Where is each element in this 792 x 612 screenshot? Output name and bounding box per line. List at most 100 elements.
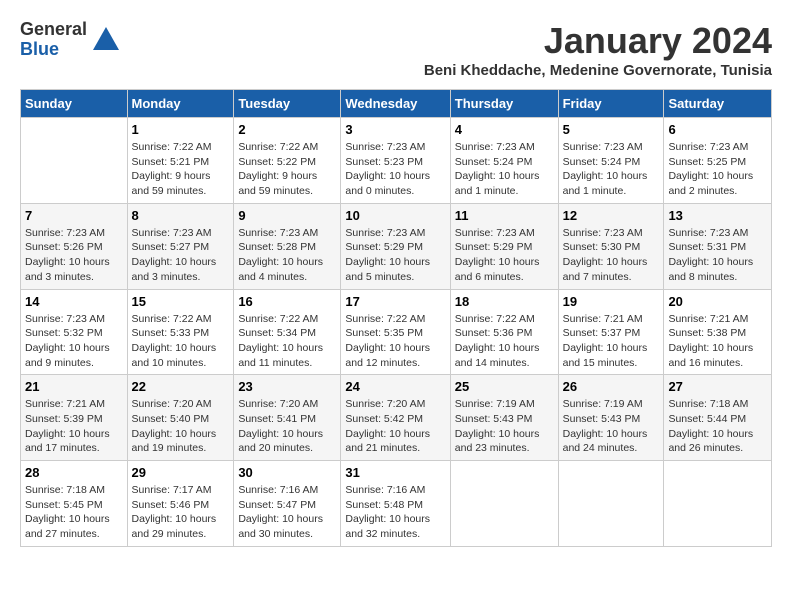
calendar-cell: 7 Sunrise: 7:23 AM Sunset: 5:26 PM Daylig… (21, 203, 128, 289)
calendar-cell (450, 461, 558, 547)
calendar-cell: 15Sunrise: 7:22 AM Sunset: 5:33 PM Dayli… (127, 289, 234, 375)
day-content: Sunrise: 7:23 AM Sunset: 5:31 PM Dayligh… (668, 226, 767, 285)
calendar-cell: 2 Sunrise: 7:22 AM Sunset: 5:22 PM Daylig… (234, 118, 341, 204)
title-section: January 2024 Beni Kheddache, Medenine Go… (424, 20, 772, 79)
day-number: 10 (345, 208, 445, 223)
day-content: Sunrise: 7:16 AM Sunset: 5:47 PM Dayligh… (238, 483, 336, 542)
day-number: 11 (455, 208, 554, 223)
week-row-3: 14 Sunrise: 7:23 AM Sunset: 5:32 PM Dayli… (21, 289, 772, 375)
day-content: Sunrise: 7:23 AM Sunset: 5:23 PM Dayligh… (345, 140, 445, 199)
day-content: Sunrise: 7:23 AM Sunset: 5:29 PM Dayligh… (455, 226, 554, 285)
calendar-table: SundayMondayTuesdayWednesdayThursdayFrid… (20, 89, 772, 547)
day-number: 30 (238, 465, 336, 480)
day-number: 1 (132, 122, 230, 137)
calendar-cell: 10 Sunrise: 7:23 AM Sunset: 5:29 PM Dayli… (341, 203, 450, 289)
day-content: Sunrise: 7:23 AM Sunset: 5:24 PM Dayligh… (455, 140, 554, 199)
location-title: Beni Kheddache, Medenine Governorate, Tu… (424, 62, 772, 79)
calendar-cell: 25 Sunrise: 7:19 AM Sunset: 5:43 PM Dayli… (450, 375, 558, 461)
day-number: 23 (238, 379, 336, 394)
day-number: 22 (132, 379, 230, 394)
calendar-cell: 22 Sunrise: 7:20 AM Sunset: 5:40 PM Dayli… (127, 375, 234, 461)
day-number: 20 (668, 294, 767, 309)
calendar-cell: 18Sunrise: 7:22 AM Sunset: 5:36 PM Dayli… (450, 289, 558, 375)
calendar-cell: 28 Sunrise: 7:18 AM Sunset: 5:45 PM Dayli… (21, 461, 128, 547)
day-number: 5 (563, 122, 660, 137)
calendar-cell: 27 Sunrise: 7:18 AM Sunset: 5:44 PM Dayli… (664, 375, 772, 461)
day-content: Sunrise: 7:22 AM Sunset: 5:35 PM Dayligh… (345, 312, 445, 371)
day-number: 18 (455, 294, 554, 309)
logo-icon (91, 25, 121, 55)
day-content: Sunrise: 7:18 AM Sunset: 5:45 PM Dayligh… (25, 483, 123, 542)
calendar-cell: 29 Sunrise: 7:17 AM Sunset: 5:46 PM Dayli… (127, 461, 234, 547)
day-content: Sunrise: 7:17 AM Sunset: 5:46 PM Dayligh… (132, 483, 230, 542)
day-number: 3 (345, 122, 445, 137)
header-day-thursday: Thursday (450, 90, 558, 118)
day-content: Sunrise: 7:20 AM Sunset: 5:40 PM Dayligh… (132, 397, 230, 456)
day-content: Sunrise: 7:22 AM Sunset: 5:34 PM Dayligh… (238, 312, 336, 371)
day-content: Sunrise: 7:16 AM Sunset: 5:48 PM Dayligh… (345, 483, 445, 542)
day-number: 19 (563, 294, 660, 309)
day-content: Sunrise: 7:19 AM Sunset: 5:43 PM Dayligh… (563, 397, 660, 456)
day-number: 14 (25, 294, 123, 309)
week-row-4: 21Sunrise: 7:21 AM Sunset: 5:39 PM Dayli… (21, 375, 772, 461)
day-number: 29 (132, 465, 230, 480)
day-content: Sunrise: 7:23 AM Sunset: 5:24 PM Dayligh… (563, 140, 660, 199)
calendar-cell: 11 Sunrise: 7:23 AM Sunset: 5:29 PM Dayli… (450, 203, 558, 289)
calendar-cell: 12 Sunrise: 7:23 AM Sunset: 5:30 PM Dayli… (558, 203, 664, 289)
day-content: Sunrise: 7:23 AM Sunset: 5:30 PM Dayligh… (563, 226, 660, 285)
day-number: 12 (563, 208, 660, 223)
day-content: Sunrise: 7:21 AM Sunset: 5:37 PM Dayligh… (563, 312, 660, 371)
week-row-1: 1 Sunrise: 7:22 AM Sunset: 5:21 PM Daylig… (21, 118, 772, 204)
header-day-sunday: Sunday (21, 90, 128, 118)
day-number: 9 (238, 208, 336, 223)
day-number: 2 (238, 122, 336, 137)
header-day-saturday: Saturday (664, 90, 772, 118)
day-content: Sunrise: 7:22 AM Sunset: 5:22 PM Dayligh… (238, 140, 336, 199)
day-content: Sunrise: 7:23 AM Sunset: 5:26 PM Dayligh… (25, 226, 123, 285)
calendar-cell (664, 461, 772, 547)
day-number: 17 (345, 294, 445, 309)
calendar-cell: 5 Sunrise: 7:23 AM Sunset: 5:24 PM Daylig… (558, 118, 664, 204)
day-number: 7 (25, 208, 123, 223)
day-number: 25 (455, 379, 554, 394)
day-number: 6 (668, 122, 767, 137)
day-content: Sunrise: 7:23 AM Sunset: 5:29 PM Dayligh… (345, 226, 445, 285)
header-day-monday: Monday (127, 90, 234, 118)
week-row-5: 28 Sunrise: 7:18 AM Sunset: 5:45 PM Dayli… (21, 461, 772, 547)
header-day-wednesday: Wednesday (341, 90, 450, 118)
header-day-friday: Friday (558, 90, 664, 118)
day-number: 26 (563, 379, 660, 394)
day-content: Sunrise: 7:20 AM Sunset: 5:41 PM Dayligh… (238, 397, 336, 456)
day-content: Sunrise: 7:19 AM Sunset: 5:43 PM Dayligh… (455, 397, 554, 456)
day-content: Sunrise: 7:21 AM Sunset: 5:38 PM Dayligh… (668, 312, 767, 371)
calendar-header: SundayMondayTuesdayWednesdayThursdayFrid… (21, 90, 772, 118)
day-number: 28 (25, 465, 123, 480)
calendar-cell: 1 Sunrise: 7:22 AM Sunset: 5:21 PM Daylig… (127, 118, 234, 204)
calendar-cell (558, 461, 664, 547)
calendar-cell: 6Sunrise: 7:23 AM Sunset: 5:25 PM Daylig… (664, 118, 772, 204)
day-number: 27 (668, 379, 767, 394)
day-number: 16 (238, 294, 336, 309)
day-content: Sunrise: 7:21 AM Sunset: 5:39 PM Dayligh… (25, 397, 123, 456)
calendar-cell: 26 Sunrise: 7:19 AM Sunset: 5:43 PM Dayli… (558, 375, 664, 461)
calendar-cell: 19 Sunrise: 7:21 AM Sunset: 5:37 PM Dayli… (558, 289, 664, 375)
calendar-cell (21, 118, 128, 204)
day-content: Sunrise: 7:23 AM Sunset: 5:32 PM Dayligh… (25, 312, 123, 371)
day-content: Sunrise: 7:18 AM Sunset: 5:44 PM Dayligh… (668, 397, 767, 456)
day-number: 8 (132, 208, 230, 223)
logo-general-text: General (20, 20, 87, 40)
header-day-tuesday: Tuesday (234, 90, 341, 118)
day-content: Sunrise: 7:22 AM Sunset: 5:33 PM Dayligh… (132, 312, 230, 371)
day-content: Sunrise: 7:22 AM Sunset: 5:21 PM Dayligh… (132, 140, 230, 199)
calendar-cell: 20 Sunrise: 7:21 AM Sunset: 5:38 PM Dayli… (664, 289, 772, 375)
calendar-cell: 30 Sunrise: 7:16 AM Sunset: 5:47 PM Dayli… (234, 461, 341, 547)
logo-blue-text: Blue (20, 40, 87, 60)
day-content: Sunrise: 7:23 AM Sunset: 5:27 PM Dayligh… (132, 226, 230, 285)
calendar-cell: 16 Sunrise: 7:22 AM Sunset: 5:34 PM Dayli… (234, 289, 341, 375)
day-number: 31 (345, 465, 445, 480)
month-title: January 2024 (424, 20, 772, 62)
calendar-cell: 13Sunrise: 7:23 AM Sunset: 5:31 PM Dayli… (664, 203, 772, 289)
calendar-cell: 8 Sunrise: 7:23 AM Sunset: 5:27 PM Daylig… (127, 203, 234, 289)
logo: General Blue (20, 20, 121, 60)
calendar-body: 1 Sunrise: 7:22 AM Sunset: 5:21 PM Daylig… (21, 118, 772, 547)
